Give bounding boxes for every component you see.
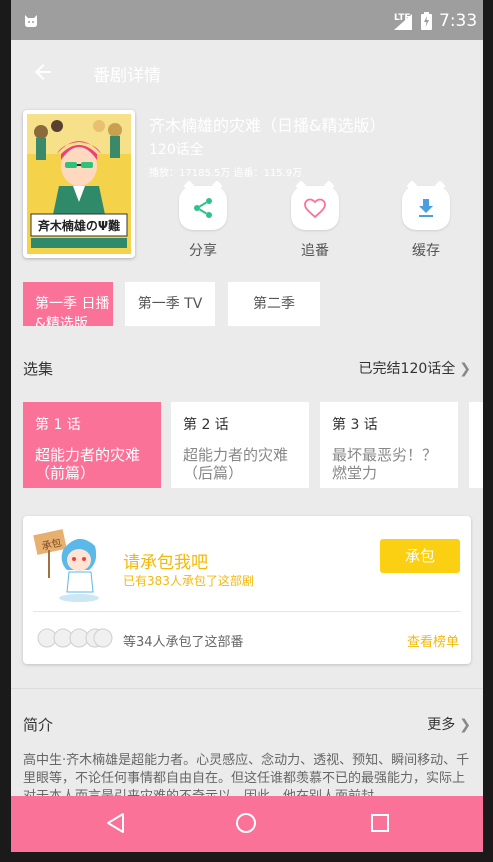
episode-card-1[interactable]: 第 1 话 超能力者的灾难（前篇）: [23, 402, 161, 488]
chevron-right-icon: ❯: [459, 361, 471, 377]
episode-section-header: 选集 已完结120话全 ❯: [23, 358, 471, 379]
play-stats: 播放：17185.5万 追番：115.9万: [149, 168, 303, 179]
episode-all-label: 已完结120话全: [358, 361, 456, 377]
episode-name: 超能力者的灾难（后篇）: [183, 446, 289, 482]
cover-image[interactable]: 斉木楠雄のΨ難: [23, 110, 135, 258]
download-icon: [419, 199, 433, 217]
share-button-bg: [179, 186, 227, 230]
nav-back-icon[interactable]: [105, 812, 127, 834]
network-type: LTE: [394, 13, 411, 23]
anime-title: 齐木楠雄的灾难（日播&精选版）: [149, 116, 386, 135]
episode-all-link[interactable]: 已完结120话全 ❯: [359, 358, 471, 378]
episode-number: 第 1 话: [35, 417, 81, 433]
intro-more-link[interactable]: 更多 ❯: [427, 714, 471, 734]
episode-card-3[interactable]: 第 3 话 最坏最恶劣！？燃堂力: [320, 402, 458, 488]
episode-section-title: 选集: [23, 360, 54, 378]
clock: 7:33: [439, 11, 478, 31]
screen: LTE 7:33 番剧详情 斉木楠雄のΨ難 齐木楠雄的灾难（日播&精选版） 12…: [11, 0, 483, 862]
page-title: 番剧详情: [93, 66, 161, 86]
sponsor-card: 承包 请承包我吧 已有383人承包了这部剧 承包 等34人承包了这部番 查看榜单: [23, 516, 471, 664]
nav-home-icon[interactable]: [235, 812, 257, 834]
season-tab-1-tv[interactable]: 第一季 TV: [125, 282, 215, 326]
mascot-illustration: 承包: [33, 529, 99, 602]
sponsor-avatars[interactable]: [37, 626, 113, 650]
card-divider: [33, 611, 461, 612]
episode-card-2[interactable]: 第 2 话 超能力者的灾难（后篇）: [171, 402, 309, 488]
view-ranking-link[interactable]: 查看榜单: [407, 631, 459, 650]
episode-number: 第 2 话: [183, 417, 229, 433]
share-label: 分享: [189, 243, 217, 259]
intro-section-header: 简介 更多 ❯: [23, 714, 471, 735]
sponsor-button[interactable]: 承包: [380, 539, 460, 573]
system-nav-bar: [11, 796, 483, 852]
season-tab-1-daily[interactable]: 第一季 日播&精选版: [23, 282, 113, 326]
cache-label: 缓存: [412, 243, 440, 259]
intro-section-title: 简介: [23, 716, 54, 734]
cover-art: 斉木楠雄のΨ難: [27, 114, 131, 254]
app-notification-icon: [25, 15, 37, 27]
chevron-right-icon: ❯: [459, 717, 471, 733]
description-text: 高中生·齐木楠雄是超能力者。心灵感应、念动力、透视、预知、瞬间移动、千里眼等，不…: [23, 753, 470, 796]
follow-button-bg: [291, 186, 339, 230]
cache-button[interactable]: 缓存: [396, 186, 456, 260]
share-button[interactable]: 分享: [173, 186, 233, 260]
follow-button[interactable]: 追番: [285, 186, 345, 260]
heart-icon: [304, 198, 326, 219]
app-bar: 番剧详情: [11, 40, 483, 104]
episode-number: 第 3 话: [332, 417, 378, 433]
share-icon: [194, 198, 212, 218]
episode-name: 超能力者的灾难（前篇）: [35, 446, 141, 482]
battery-icon: [421, 12, 432, 30]
season-tab-2[interactable]: 第二季: [228, 282, 320, 326]
nav-recents-icon[interactable]: [369, 812, 391, 834]
sponsor-count: 等34人承包了这部番: [123, 635, 244, 650]
sponsor-headline: 请承包我吧: [123, 553, 208, 573]
cover-title: 斉木楠雄のΨ難: [38, 218, 120, 233]
intro-more-label: 更多: [427, 717, 456, 733]
section-divider: [11, 688, 483, 689]
episode-name: 最坏最恶劣！？燃堂力: [332, 446, 438, 482]
cache-button-bg: [402, 186, 450, 230]
follow-label: 追番: [301, 243, 329, 259]
episode-card-4-partial[interactable]: [469, 402, 483, 488]
status-bar: LTE 7:33: [11, 0, 483, 40]
episode-total: 120话全: [149, 142, 204, 158]
screen-bottom-edge: [11, 852, 483, 862]
sponsor-subtitle: 已有383人承包了这部剧: [123, 574, 254, 588]
arrow-back-icon[interactable]: [31, 60, 55, 84]
